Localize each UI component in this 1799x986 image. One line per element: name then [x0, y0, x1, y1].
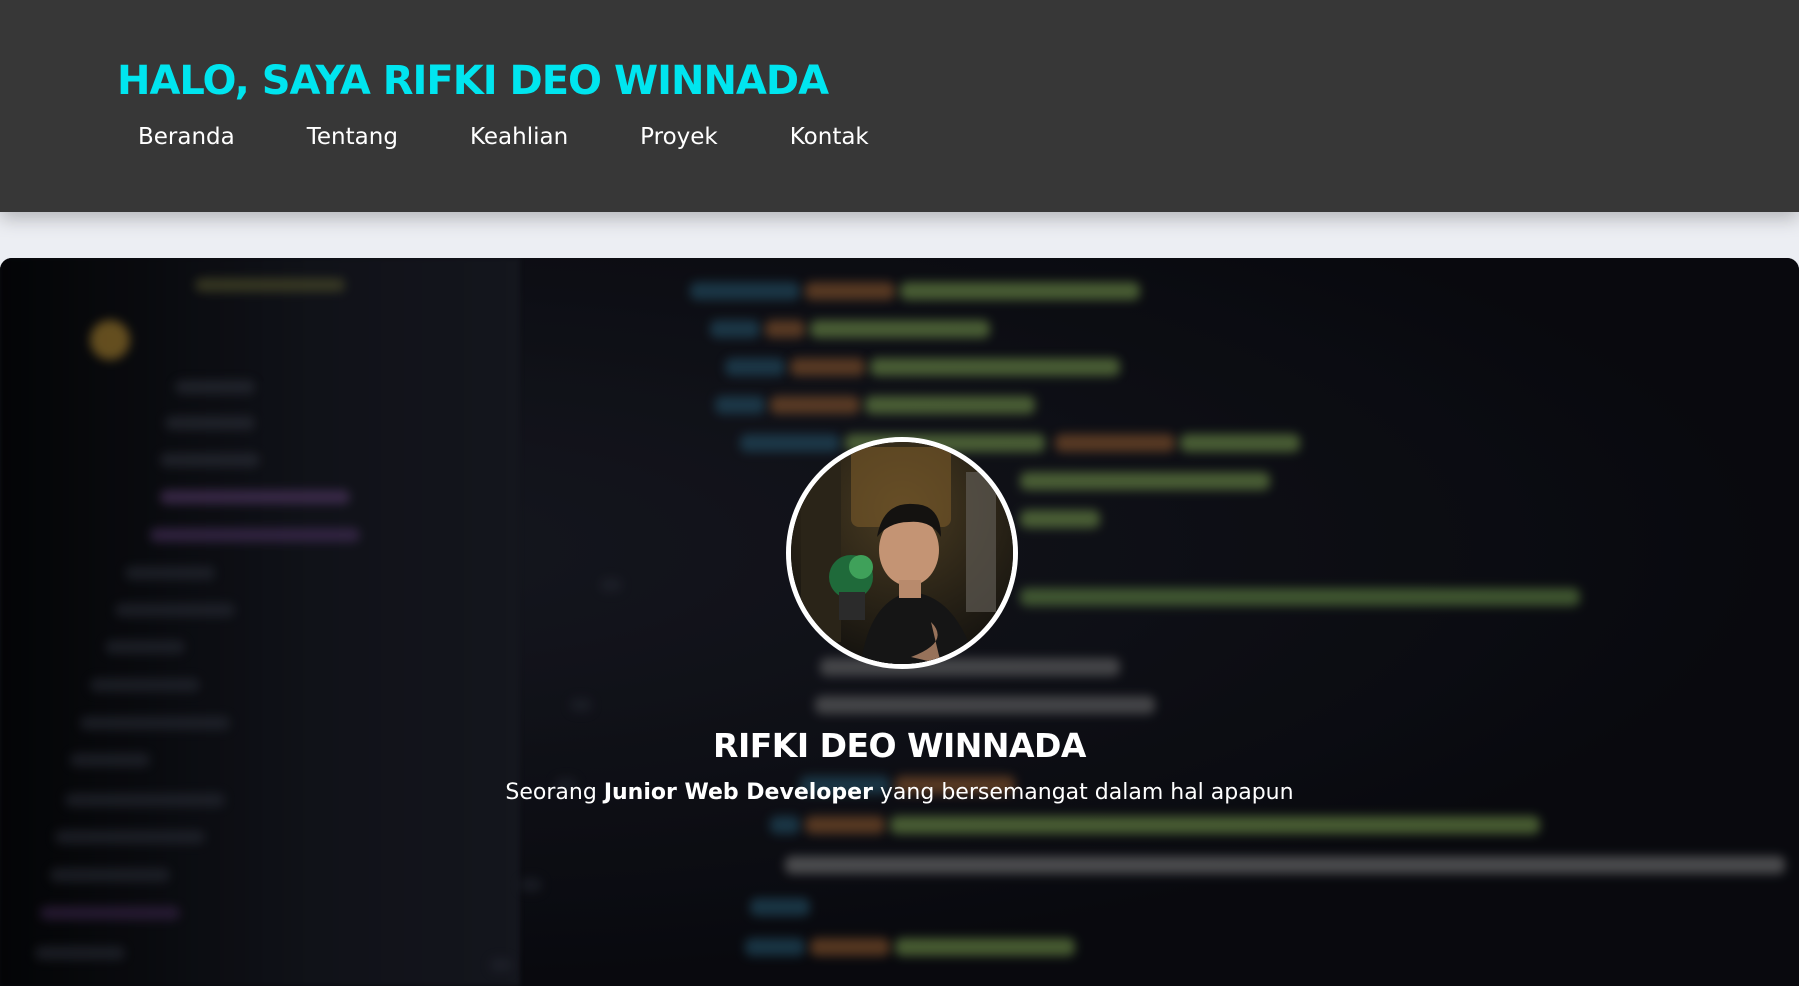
nav-link-tentang[interactable]: Tentang: [307, 124, 398, 150]
profile-avatar: [786, 437, 1018, 669]
nav-link-keahlian[interactable]: Keahlian: [470, 124, 568, 150]
nav-link-beranda[interactable]: Beranda: [138, 124, 235, 150]
nav-link-proyek[interactable]: Proyek: [640, 124, 718, 150]
tagline-role: Junior Web Developer: [603, 780, 873, 805]
main-nav: Beranda Tentang Keahlian Proyek Kontak: [138, 124, 941, 150]
hero-tagline: Seorang Junior Web Developer yang bersem…: [0, 780, 1799, 805]
hero-name: RIFKI DEO WINNADA: [713, 726, 1086, 765]
nav-link-kontak[interactable]: Kontak: [790, 124, 869, 150]
tagline-prefix: Seorang: [505, 780, 604, 805]
tagline-suffix: yang bersemangat dalam hal apapun: [872, 780, 1294, 805]
profile-photo-icon: [791, 442, 1013, 664]
site-header: HALO, SAYA RIFKI DEO WINNADA Beranda Ten…: [0, 0, 1799, 212]
site-title: HALO, SAYA RIFKI DEO WINNADA: [117, 58, 829, 104]
